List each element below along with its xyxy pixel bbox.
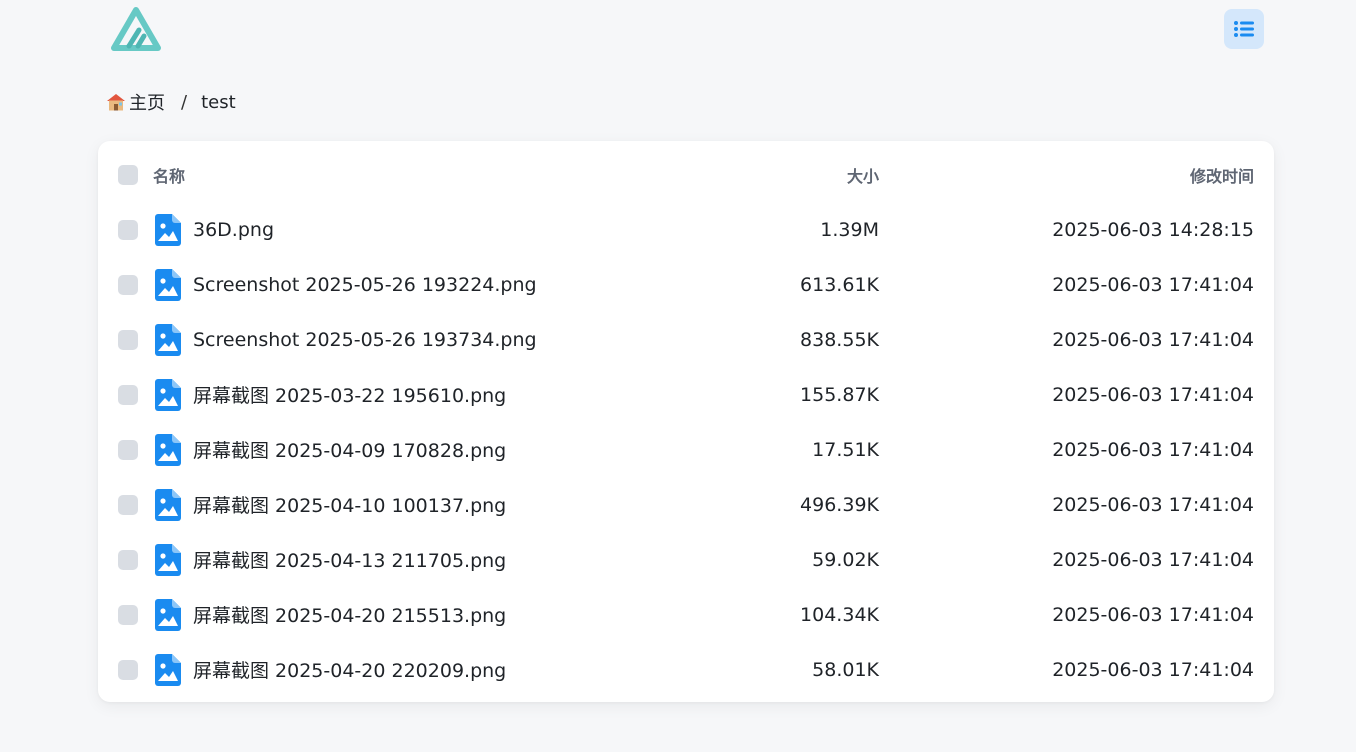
logo-triangle-icon[interactable] [109, 6, 163, 52]
row-checkbox[interactable] [118, 659, 138, 680]
file-size: 613.61K [800, 273, 879, 296]
file-browser-page: 主页 / test 名称 大小 修改时间 36D.png 1.39M 2025-06… [0, 0, 1356, 752]
table-row[interactable]: 屏幕截图 2025-03-22 195610.png 155.87K 2025-06… [98, 367, 1274, 422]
image-file-icon [155, 268, 181, 301]
table-header-row: 名称 大小 修改时间 [98, 147, 1274, 202]
table-row[interactable]: 屏幕截图 2025-04-20 220209.png 58.01K 2025-06-… [98, 642, 1274, 697]
file-modified-time: 2025-06-03 17:41:04 [1052, 383, 1254, 406]
breadcrumb-separator: / [181, 91, 188, 113]
layout-toggle-button[interactable] [1224, 9, 1264, 49]
image-file-icon [155, 433, 181, 466]
table-row[interactable]: 屏幕截图 2025-04-09 170828.png 17.51K 2025-06-… [98, 422, 1274, 477]
row-checkbox[interactable] [118, 219, 138, 240]
file-modified-time: 2025-06-03 14:28:15 [1052, 218, 1254, 241]
list-layout-icon [1234, 21, 1254, 37]
file-size: 496.39K [800, 493, 879, 516]
file-size: 1.39M [820, 218, 879, 241]
file-modified-time: 2025-06-03 17:41:04 [1052, 273, 1254, 296]
file-modified-time: 2025-06-03 17:41:04 [1052, 493, 1254, 516]
file-name[interactable]: 36D.png [193, 219, 274, 241]
row-checkbox[interactable] [118, 549, 138, 570]
breadcrumb-home[interactable]: 主页 [105, 89, 165, 115]
file-name[interactable]: 屏幕截图 2025-04-10 100137.png [193, 491, 506, 518]
column-header-size[interactable]: 大小 [847, 163, 879, 187]
file-size: 155.87K [800, 383, 879, 406]
row-checkbox[interactable] [118, 274, 138, 295]
file-size: 104.34K [800, 603, 879, 626]
table-row[interactable]: Screenshot 2025-05-26 193224.png 613.61K 2… [98, 257, 1274, 312]
table-row[interactable]: Screenshot 2025-05-26 193734.png 838.55K 2… [98, 312, 1274, 367]
file-modified-time: 2025-06-03 17:41:04 [1052, 548, 1254, 571]
file-name[interactable]: 屏幕截图 2025-04-13 211705.png [193, 546, 506, 573]
table-row[interactable]: 36D.png 1.39M 2025-06-03 14:28:15 [98, 202, 1274, 257]
image-file-icon [155, 378, 181, 411]
file-modified-time: 2025-06-03 17:41:04 [1052, 603, 1254, 626]
image-file-icon [155, 323, 181, 356]
file-size: 58.01K [812, 658, 879, 681]
file-size: 17.51K [812, 438, 879, 461]
table-row[interactable]: 屏幕截图 2025-04-13 211705.png 59.02K 2025-06-… [98, 532, 1274, 587]
table-row[interactable]: 屏幕截图 2025-04-20 215513.png 104.34K 2025-06… [98, 587, 1274, 642]
file-modified-time: 2025-06-03 17:41:04 [1052, 328, 1254, 351]
file-list-card: 名称 大小 修改时间 36D.png 1.39M 2025-06-03 14:28:… [98, 141, 1274, 702]
row-checkbox[interactable] [118, 494, 138, 515]
file-name[interactable]: 屏幕截图 2025-04-20 215513.png [193, 601, 506, 628]
file-modified-time: 2025-06-03 17:41:04 [1052, 438, 1254, 461]
image-file-icon [155, 598, 181, 631]
file-size: 59.02K [812, 548, 879, 571]
file-size: 838.55K [800, 328, 879, 351]
column-header-modified[interactable]: 修改时间 [1190, 163, 1254, 187]
row-checkbox[interactable] [118, 439, 138, 460]
row-checkbox[interactable] [118, 329, 138, 350]
image-file-icon [155, 543, 181, 576]
file-name[interactable]: 屏幕截图 2025-04-20 220209.png [193, 656, 506, 683]
select-all-checkbox[interactable] [118, 164, 138, 185]
breadcrumb-home-label: 主页 [129, 93, 165, 114]
file-name[interactable]: Screenshot 2025-05-26 193224.png [193, 274, 537, 296]
row-checkbox[interactable] [118, 604, 138, 625]
column-header-name[interactable]: 名称 [153, 163, 185, 187]
image-file-icon [155, 213, 181, 246]
row-checkbox[interactable] [118, 384, 138, 405]
image-file-icon [155, 653, 181, 686]
file-name[interactable]: 屏幕截图 2025-04-09 170828.png [193, 436, 506, 463]
house-emoji-icon [107, 94, 125, 111]
breadcrumb: 主页 / test [105, 90, 236, 114]
breadcrumb-current[interactable]: test [201, 92, 236, 113]
image-file-icon [155, 488, 181, 521]
file-name[interactable]: 屏幕截图 2025-03-22 195610.png [193, 381, 506, 408]
table-row[interactable]: 屏幕截图 2025-04-10 100137.png 496.39K 2025-06… [98, 477, 1274, 532]
file-modified-time: 2025-06-03 17:41:04 [1052, 658, 1254, 681]
file-name[interactable]: Screenshot 2025-05-26 193734.png [193, 329, 537, 351]
